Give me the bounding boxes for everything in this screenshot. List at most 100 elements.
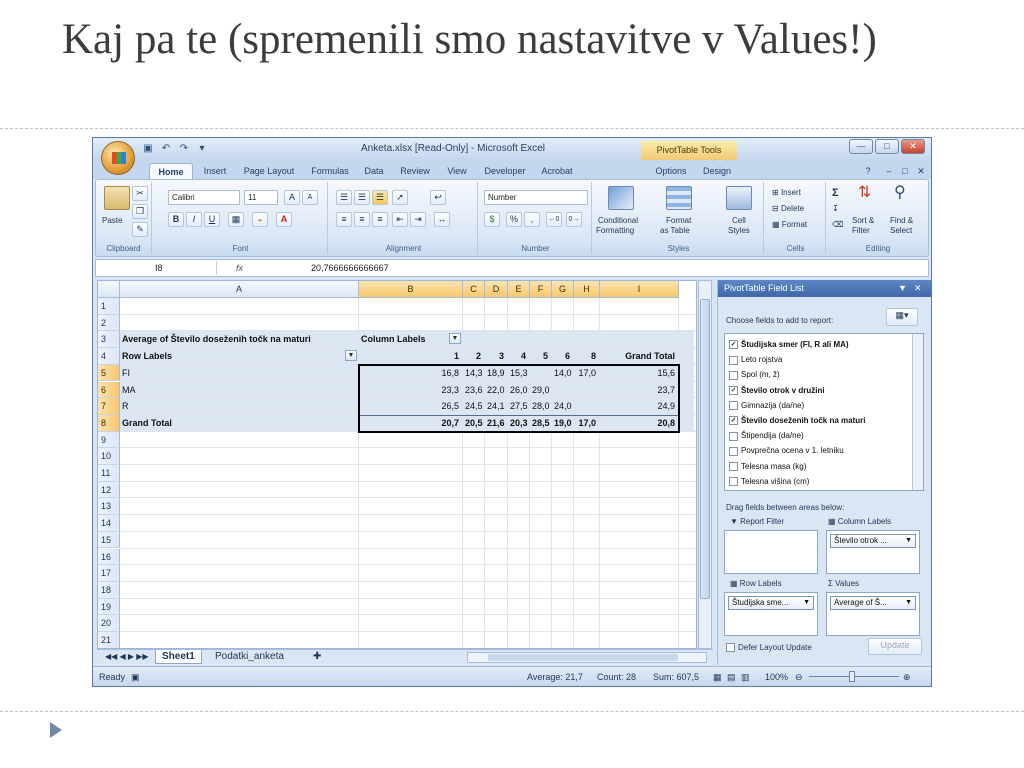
view-page-layout-icon[interactable]: ▤: [727, 667, 736, 686]
column-header-i[interactable]: I: [600, 281, 679, 298]
row-header-19[interactable]: 19: [98, 598, 120, 616]
tab-data[interactable]: Data: [359, 163, 389, 179]
tab-developer[interactable]: Developer: [479, 163, 531, 179]
fx-icon[interactable]: fx: [236, 261, 243, 275]
row-header-6[interactable]: 6: [98, 381, 120, 399]
align-left-icon[interactable]: ≡: [336, 212, 352, 227]
find-select-icon[interactable]: ⚲: [894, 185, 906, 201]
row-labels-header[interactable]: Row Labels: [122, 348, 357, 364]
column-labels-header[interactable]: Column Labels: [361, 331, 461, 347]
align-center-icon[interactable]: ≡: [354, 212, 370, 227]
align-right-icon[interactable]: ≡: [372, 212, 388, 227]
paste-icon[interactable]: [104, 186, 130, 210]
insert-cells-button[interactable]: ⊞ Insert: [772, 188, 801, 198]
comma-button[interactable]: ,: [524, 212, 540, 227]
field-checkbox[interactable]: [729, 401, 738, 411]
values-area[interactable]: ▼ Average of Š...: [826, 592, 920, 636]
autosum-icon[interactable]: Σ: [832, 188, 839, 199]
field-checkbox[interactable]: [729, 446, 738, 456]
row-header-2[interactable]: 2: [98, 314, 120, 332]
tab-page-layout[interactable]: Page Layout: [237, 163, 301, 179]
macro-record-icon[interactable]: ▣: [131, 667, 140, 686]
copy-icon[interactable]: ❐: [132, 204, 148, 219]
clear-icon[interactable]: ⌫: [832, 220, 843, 230]
row-labels-dropdown-icon[interactable]: ▼: [345, 350, 357, 362]
font-color-icon[interactable]: A: [276, 212, 292, 227]
delete-cells-button[interactable]: ⊟ Delete: [772, 204, 804, 214]
field-checkbox[interactable]: ✓: [729, 416, 738, 426]
column-labels-dropdown-icon[interactable]: ▼: [449, 333, 461, 345]
new-sheet-icon[interactable]: ✚: [307, 650, 327, 664]
increase-indent-icon[interactable]: ⇥: [410, 212, 426, 227]
column-key-cell[interactable]: 5: [532, 348, 550, 364]
row-header-4[interactable]: 4: [98, 348, 120, 365]
row-header-7[interactable]: 7: [98, 398, 120, 415]
field-list-scrollbar[interactable]: [912, 334, 923, 490]
name-box[interactable]: I8: [97, 261, 217, 275]
row-label-cell[interactable]: MA: [122, 382, 357, 398]
cell-styles-line1[interactable]: Cell: [732, 216, 746, 226]
tab-options[interactable]: Options: [649, 163, 693, 179]
tab-insert[interactable]: Insert: [197, 163, 233, 179]
field-item[interactable]: Leto rojstva: [729, 352, 782, 367]
orientation-icon[interactable]: ➚: [392, 190, 408, 205]
field-checkbox[interactable]: ✓: [729, 340, 738, 350]
field-item[interactable]: ✓ Število otrok v družini: [729, 383, 825, 398]
sort-filter-line2[interactable]: Filter: [852, 226, 870, 236]
align-top-icon[interactable]: ☰: [336, 190, 352, 205]
row-header-11[interactable]: 11: [98, 465, 120, 482]
field-item[interactable]: ✓ Število doseženih točk na maturi: [729, 413, 865, 428]
redo-icon[interactable]: ↷: [177, 142, 191, 155]
row-labels-area[interactable]: ▼ Študijska sme...: [724, 592, 818, 636]
paste-button[interactable]: Paste: [102, 216, 122, 226]
currency-icon[interactable]: $: [484, 212, 500, 227]
bold-button[interactable]: B: [168, 212, 184, 227]
row-header-9[interactable]: 9: [98, 431, 120, 449]
find-select-line1[interactable]: Find &: [890, 216, 913, 226]
decrease-indent-icon[interactable]: ⇤: [392, 212, 408, 227]
save-icon[interactable]: ▣: [141, 142, 155, 155]
font-name-box[interactable]: Calibri: [168, 190, 240, 205]
pane-close-icon[interactable]: ✕: [914, 280, 922, 297]
column-key-cell[interactable]: 2: [465, 348, 483, 364]
merge-center-icon[interactable]: ↔: [434, 212, 450, 227]
cut-icon[interactable]: ✂: [132, 186, 148, 201]
column-header-g[interactable]: G: [552, 281, 574, 298]
number-format-box[interactable]: Number: [484, 190, 588, 205]
update-button[interactable]: Update: [868, 638, 922, 655]
tab-formulas[interactable]: Formulas: [305, 163, 355, 179]
sheet-tab-podatki[interactable]: Podatki_anketa: [209, 650, 290, 664]
column-header-a[interactable]: A: [120, 281, 359, 298]
zoom-slider-thumb[interactable]: [849, 671, 855, 682]
field-item[interactable]: ✓ Študijska smer (FI, R ali MA): [729, 337, 849, 352]
field-list[interactable]: ✓ Študijska smer (FI, R ali MA) Leto rojst…: [724, 333, 924, 491]
row-header-5[interactable]: 5: [98, 364, 120, 382]
percent-button[interactable]: %: [506, 212, 522, 227]
column-header-f[interactable]: F: [530, 281, 552, 298]
row-header-17[interactable]: 17: [98, 565, 120, 582]
decrease-decimal-icon[interactable]: 0→: [566, 212, 582, 227]
zoom-in-icon[interactable]: ⊕: [903, 667, 911, 686]
column-header-b[interactable]: B: [359, 281, 463, 298]
undo-icon[interactable]: ↶: [159, 142, 173, 155]
format-as-table-line1[interactable]: Format: [666, 216, 691, 226]
row-header-16[interactable]: 16: [98, 548, 120, 566]
row-header-18[interactable]: 18: [98, 581, 120, 599]
column-header-h[interactable]: H: [574, 281, 600, 298]
align-bottom-icon[interactable]: ☰: [372, 190, 388, 205]
format-cells-button[interactable]: ▦ Format: [772, 220, 807, 230]
sort-filter-icon[interactable]: ⇅: [858, 185, 871, 201]
tab-acrobat[interactable]: Acrobat: [535, 163, 579, 179]
row-header-1[interactable]: 1: [98, 298, 120, 315]
view-normal-icon[interactable]: ▦: [713, 667, 722, 686]
close-button[interactable]: ✕: [901, 139, 925, 154]
format-as-table-line2[interactable]: as Table: [660, 226, 690, 236]
sort-filter-line1[interactable]: Sort &: [852, 216, 874, 226]
field-checkbox[interactable]: [729, 355, 738, 365]
field-item[interactable]: Spol (m, ž): [729, 367, 780, 382]
column-field-pill[interactable]: ▼ Število otrok ...: [830, 534, 916, 548]
column-header-d[interactable]: D: [485, 281, 508, 298]
maximize-button[interactable]: □: [875, 139, 899, 154]
tab-home[interactable]: Home: [149, 163, 193, 179]
help-icon[interactable]: ?: [861, 163, 875, 179]
